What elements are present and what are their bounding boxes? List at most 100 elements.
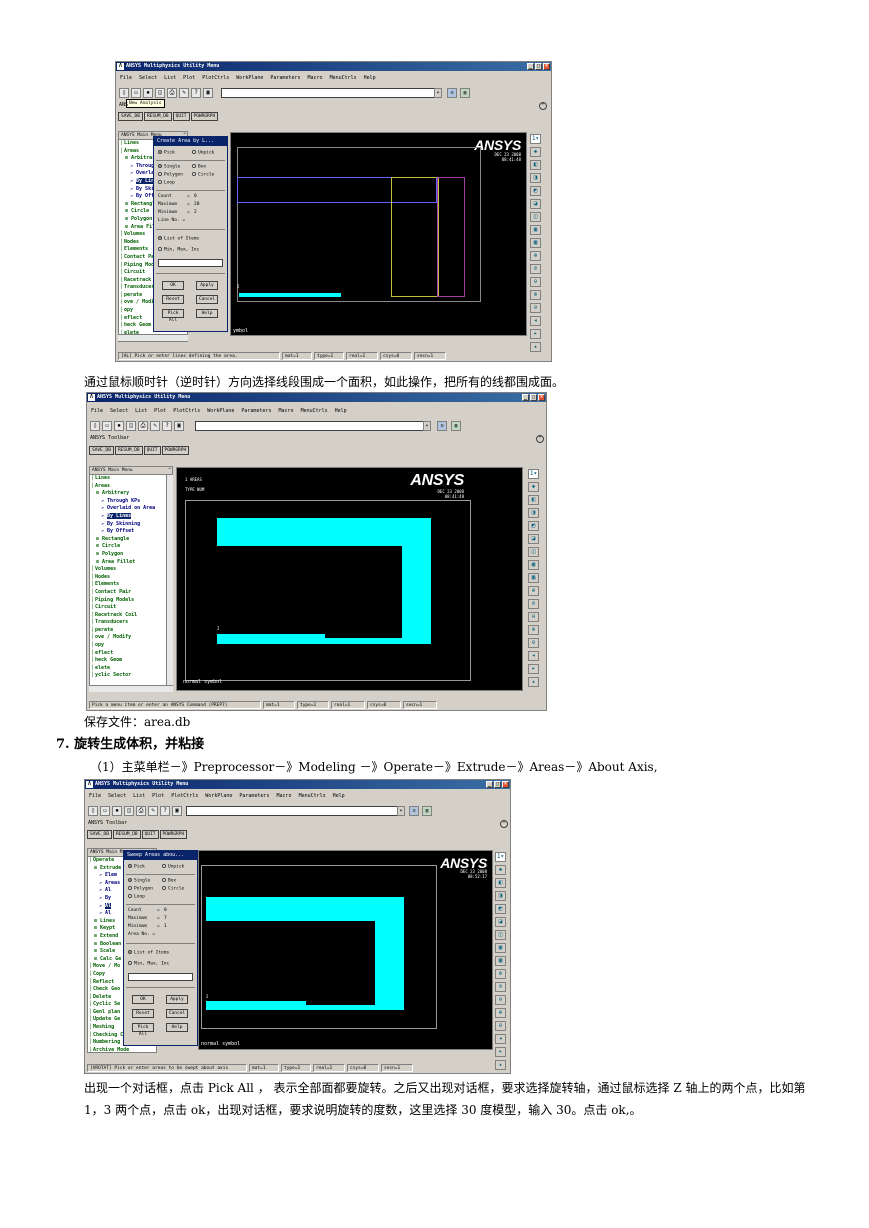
zoom-back-icon[interactable]: ⊖ bbox=[495, 995, 506, 1005]
box-radio[interactable]: Box bbox=[192, 164, 206, 170]
back-view-icon[interactable]: ◩ bbox=[530, 186, 541, 196]
menu-help[interactable]: Help bbox=[335, 407, 347, 416]
powrgrph-button[interactable]: POWRGRPH bbox=[161, 446, 190, 455]
save-db-button[interactable]: SAVE_DB bbox=[87, 830, 112, 839]
help-icon[interactable]: ? bbox=[160, 805, 170, 816]
circle-radio[interactable]: Circle bbox=[162, 886, 184, 892]
zoom-out-icon[interactable]: ⊖ bbox=[528, 638, 539, 648]
pick-all-button[interactable]: Pick All bbox=[162, 309, 184, 323]
cancel-button[interactable]: Cancel bbox=[196, 295, 218, 304]
help-button[interactable]: Help bbox=[166, 1023, 188, 1032]
pan-left-icon[interactable]: ◂ bbox=[530, 316, 541, 326]
menu-tree-item[interactable]: ↗ Through KPs bbox=[90, 498, 172, 506]
menu-workplane[interactable]: WorkPlane bbox=[236, 74, 263, 83]
close-icon[interactable]: × bbox=[502, 781, 509, 788]
loop-radio[interactable]: Loop bbox=[158, 180, 175, 186]
menu-tree-item[interactable]: ⊞ Arbitrary bbox=[90, 490, 172, 498]
cancel-button[interactable]: Cancel bbox=[166, 1009, 188, 1018]
bottom-view-icon[interactable]: ▣ bbox=[530, 225, 541, 235]
menu-menuctrls[interactable]: MenuCtrls bbox=[299, 792, 326, 801]
save-db-button[interactable]: SAVE_DB bbox=[118, 112, 143, 121]
command-list-icon[interactable]: ▥ bbox=[460, 88, 470, 98]
menu-tree-item[interactable]: ▏Elements bbox=[90, 581, 172, 589]
command-input[interactable] bbox=[186, 806, 401, 816]
left-view-icon[interactable]: ◫ bbox=[528, 547, 539, 557]
zoom-box-icon[interactable]: ⊙ bbox=[528, 599, 539, 609]
menu-workplane[interactable]: WorkPlane bbox=[205, 792, 232, 801]
menu-vertical-scrollbar[interactable] bbox=[166, 475, 173, 685]
ok-button[interactable]: OK bbox=[132, 995, 154, 1004]
menu-horizontal-scrollbar[interactable] bbox=[89, 685, 173, 692]
menu-tree-item[interactable]: ↗ By Offset bbox=[90, 528, 172, 536]
menu-parameters[interactable]: Parameters bbox=[241, 407, 271, 416]
menu-list[interactable]: List bbox=[135, 407, 147, 416]
menu-menuctrls[interactable]: MenuCtrls bbox=[330, 74, 357, 83]
menu-tree-item[interactable]: ▏Areas bbox=[90, 483, 172, 491]
new-file-icon[interactable]: ▯ bbox=[119, 87, 129, 98]
list-of-items-radio[interactable]: List of Items bbox=[128, 950, 169, 956]
pick-radio[interactable]: Pick bbox=[158, 150, 175, 156]
apply-button[interactable]: Apply bbox=[166, 995, 188, 1004]
powrgrph-button[interactable]: POWRGRPH bbox=[159, 830, 188, 839]
menu-select[interactable]: Select bbox=[108, 792, 126, 801]
menu-plotctrls[interactable]: PlotCtrls bbox=[173, 407, 200, 416]
command-history-icon[interactable]: ≡ bbox=[437, 421, 447, 431]
collapse-icon[interactable]: ^ bbox=[168, 467, 171, 475]
right-view-icon[interactable]: ◪ bbox=[530, 199, 541, 209]
maximize-icon[interactable]: □ bbox=[494, 781, 501, 788]
menu-macro[interactable]: Macro bbox=[277, 792, 292, 801]
top-view-icon[interactable]: ◨ bbox=[528, 508, 539, 518]
menu-tree-item[interactable]: ▏Circuit bbox=[90, 604, 172, 612]
menu-tree-item[interactable]: ↗ By Skinning bbox=[90, 521, 172, 529]
pan-right-icon[interactable]: ▸ bbox=[495, 1047, 506, 1057]
zoom-icon[interactable]: ⊕ bbox=[528, 586, 539, 596]
zoom-in-icon[interactable]: ⊕ bbox=[530, 290, 541, 300]
maximize-icon[interactable]: □ bbox=[535, 63, 542, 70]
toggle-icon[interactable]: ▣ bbox=[203, 87, 213, 98]
menu-help[interactable]: Help bbox=[364, 74, 376, 83]
front-view-icon[interactable]: ◧ bbox=[528, 495, 539, 505]
bottom-view-icon[interactable]: ▣ bbox=[528, 560, 539, 570]
oblique-view-icon[interactable]: ▦ bbox=[530, 238, 541, 248]
collapse-toolbar-icon[interactable]: ^ bbox=[539, 102, 547, 110]
right-view-icon[interactable]: ◪ bbox=[495, 917, 506, 927]
unpick-radio[interactable]: Unpick bbox=[162, 864, 184, 870]
front-view-icon[interactable]: ◧ bbox=[530, 160, 541, 170]
command-list-icon[interactable]: ▥ bbox=[451, 421, 461, 431]
menu-tree-item[interactable]: ▏Transducers bbox=[90, 619, 172, 627]
resume-db-button[interactable]: RESUM_DB bbox=[143, 112, 172, 121]
toggle-icon[interactable]: ▣ bbox=[174, 420, 184, 431]
ok-button[interactable]: OK bbox=[162, 281, 184, 290]
zoom-back-icon[interactable]: ⊖ bbox=[528, 612, 539, 622]
pan-right-icon[interactable]: ▸ bbox=[530, 329, 541, 339]
bottom-view-icon[interactable]: ▣ bbox=[495, 943, 506, 953]
report-icon[interactable]: ✎ bbox=[150, 420, 160, 431]
maximize-icon[interactable]: □ bbox=[530, 394, 537, 401]
collapse-toolbar-icon[interactable]: ^ bbox=[536, 435, 544, 443]
menu-list[interactable]: List bbox=[133, 792, 145, 801]
menu-tree-item[interactable]: ⊞ Polygon bbox=[90, 551, 172, 559]
zoom-box-icon[interactable]: ⊙ bbox=[495, 982, 506, 992]
pick-entry-field[interactable] bbox=[128, 973, 193, 981]
single-radio[interactable]: Single bbox=[128, 878, 150, 884]
close-icon[interactable]: × bbox=[543, 63, 550, 70]
menu-menuctrls[interactable]: MenuCtrls bbox=[301, 407, 328, 416]
menu-plotctrls[interactable]: PlotCtrls bbox=[171, 792, 198, 801]
print-icon[interactable]: ⎙ bbox=[136, 805, 146, 816]
menu-plot[interactable]: Plot bbox=[183, 74, 195, 83]
menu-tree-item[interactable]: ▏ove / Modify bbox=[90, 634, 172, 642]
reset-button[interactable]: Reset bbox=[132, 1009, 154, 1018]
menu-tree-item[interactable]: ▏Archive Mode bbox=[88, 1047, 156, 1052]
menu-tree-item[interactable]: ⊞ Rectangle bbox=[90, 536, 172, 544]
menu-tree-item[interactable]: ▏Volumes bbox=[90, 566, 172, 574]
minimize-icon[interactable]: _ bbox=[486, 781, 493, 788]
minimize-icon[interactable]: _ bbox=[522, 394, 529, 401]
menu-select[interactable]: Select bbox=[110, 407, 128, 416]
min-max-inc-radio[interactable]: Min, Max, Inc bbox=[158, 247, 199, 253]
graphics-window[interactable]: ANSYS DEC 23 2008 08:52:17 2 normal symb… bbox=[198, 850, 493, 1050]
min-max-inc-radio[interactable]: Min, Max, Inc bbox=[128, 961, 169, 967]
command-history-icon[interactable]: ≡ bbox=[447, 88, 457, 98]
menu-plot[interactable]: Plot bbox=[152, 792, 164, 801]
menu-parameters[interactable]: Parameters bbox=[270, 74, 300, 83]
window-select-icon[interactable]: 1▾ bbox=[530, 134, 541, 144]
